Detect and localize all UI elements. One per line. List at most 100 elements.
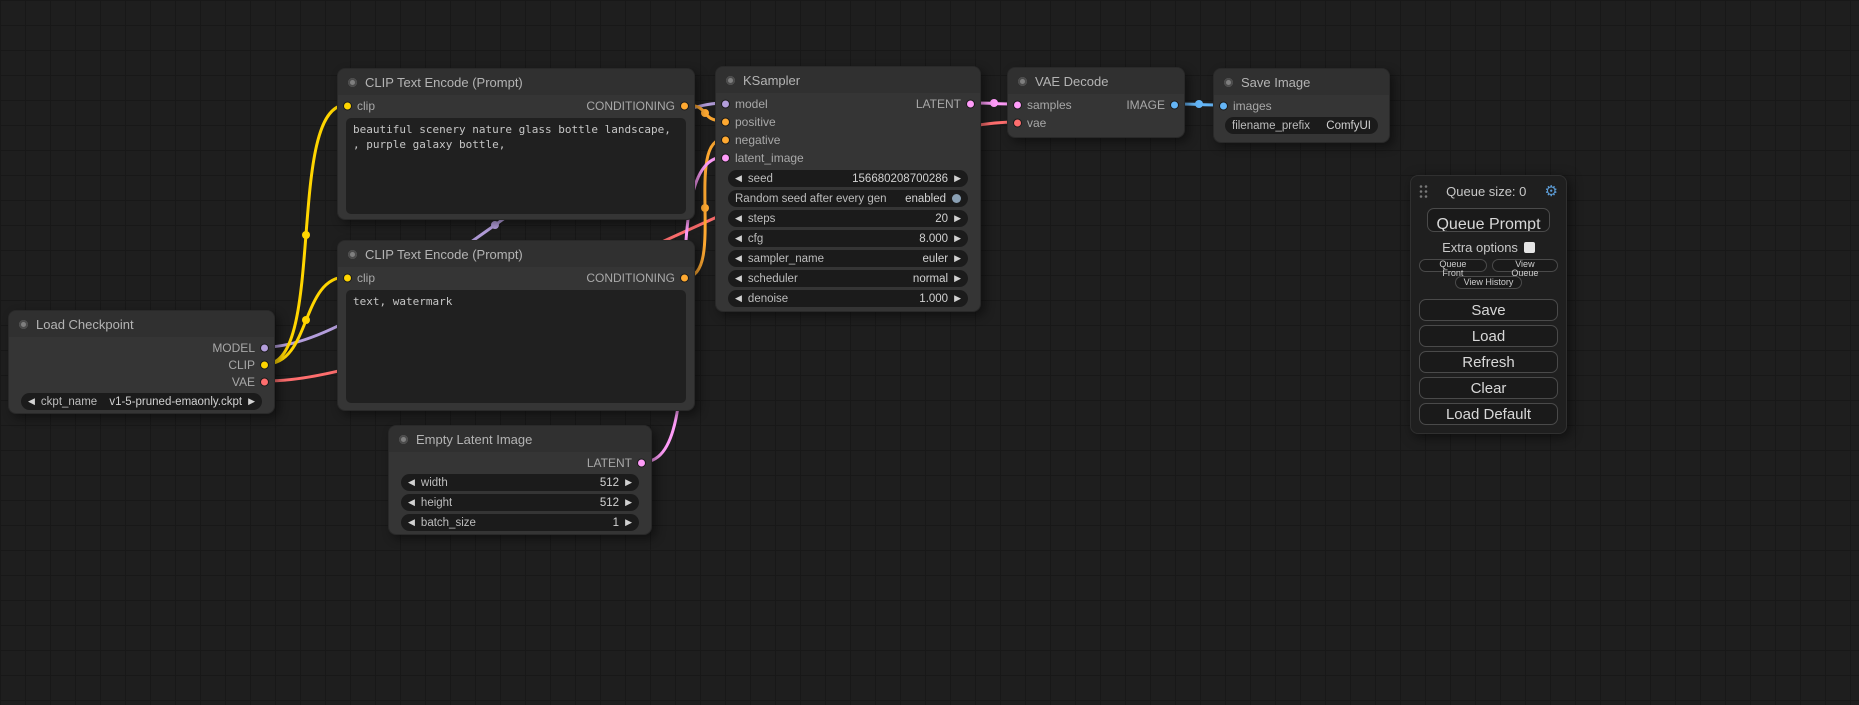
save-button[interactable]: Save [1419, 299, 1558, 321]
collapse-dot-icon[interactable] [348, 78, 357, 87]
arrow-right-icon[interactable]: ▶ [625, 478, 632, 487]
arrow-left-icon[interactable]: ◀ [735, 214, 742, 223]
collapse-dot-icon[interactable] [1018, 77, 1027, 86]
arrow-right-icon[interactable]: ▶ [954, 214, 961, 223]
height-widget[interactable]: ◀ height 512 ▶ [401, 494, 639, 511]
widget-value: enabled [905, 193, 946, 205]
prompt-textarea[interactable]: beautiful scenery nature glass bottle la… [346, 118, 686, 214]
node-save-image[interactable]: Save Image images filename_prefix ComfyU… [1213, 68, 1390, 143]
view-history-button[interactable]: View History [1455, 276, 1523, 289]
slot-images-input[interactable] [1219, 102, 1228, 111]
load-default-button[interactable]: Load Default [1419, 403, 1558, 425]
node-title-bar[interactable]: Save Image [1214, 69, 1389, 95]
slot-vae-output[interactable] [260, 377, 269, 386]
node-vae-decode[interactable]: VAE Decode samples IMAGE vae [1007, 67, 1185, 138]
slot-image-output[interactable] [1170, 101, 1179, 110]
node-title-bar[interactable]: Empty Latent Image [389, 426, 651, 452]
graph-canvas[interactable]: Load Checkpoint MODEL CLIP VAE ◀ ckpt_na… [0, 0, 1859, 705]
slot-clip-output[interactable] [260, 360, 269, 369]
view-queue-button[interactable]: View Queue [1492, 259, 1558, 272]
node-title: CLIP Text Encode (Prompt) [365, 75, 523, 90]
width-widget[interactable]: ◀ width 512 ▶ [401, 474, 639, 491]
node-clip-text-encode-positive[interactable]: CLIP Text Encode (Prompt) clip CONDITION… [337, 68, 695, 220]
refresh-button[interactable]: Refresh [1419, 351, 1558, 373]
slot-samples-input[interactable] [1013, 101, 1022, 110]
collapse-dot-icon[interactable] [399, 435, 408, 444]
node-title-bar[interactable]: VAE Decode [1008, 68, 1184, 94]
ckpt-name-widget[interactable]: ◀ ckpt_name v1-5-pruned-emaonly.ckpt ▶ [21, 393, 262, 410]
queue-front-button[interactable]: Queue Front [1419, 259, 1487, 272]
extra-options-checkbox[interactable] [1524, 242, 1535, 253]
queue-prompt-button[interactable]: Queue Prompt [1427, 208, 1550, 232]
steps-widget[interactable]: ◀ steps 20 ▶ [728, 210, 968, 227]
slot-latent-output[interactable] [966, 100, 975, 109]
collapse-dot-icon[interactable] [1224, 78, 1233, 87]
arrow-left-icon[interactable]: ◀ [408, 518, 415, 527]
slot-latent-output[interactable] [637, 458, 646, 467]
node-title-bar[interactable]: KSampler [716, 67, 980, 93]
slot-model-output[interactable] [260, 343, 269, 352]
drag-handle-icon[interactable] [1419, 184, 1428, 199]
load-button[interactable]: Load [1419, 325, 1558, 347]
arrow-right-icon[interactable]: ▶ [954, 234, 961, 243]
denoise-widget[interactable]: ◀ denoise 1.000 ▶ [728, 290, 968, 307]
arrow-left-icon[interactable]: ◀ [408, 478, 415, 487]
slot-clip-input[interactable] [343, 101, 352, 110]
widget-label: seed [748, 173, 773, 185]
slot-conditioning-output[interactable] [680, 273, 689, 282]
widget-label: batch_size [421, 517, 476, 529]
scheduler-widget[interactable]: ◀ scheduler normal ▶ [728, 270, 968, 287]
toggle-dot-icon[interactable] [952, 194, 961, 203]
queue-size-label: Queue size: 0 [1428, 184, 1545, 199]
node-empty-latent-image[interactable]: Empty Latent Image LATENT ◀ width 512 ▶ … [388, 425, 652, 535]
slot-label-conditioning: CONDITIONING [586, 99, 675, 113]
arrow-right-icon[interactable]: ▶ [954, 294, 961, 303]
filename-prefix-widget[interactable]: filename_prefix ComfyUI [1225, 117, 1378, 134]
widget-value: 20 [935, 213, 948, 225]
prompt-textarea[interactable]: text, watermark [346, 290, 686, 403]
widget-label: denoise [748, 293, 788, 305]
arrow-right-icon[interactable]: ▶ [625, 498, 632, 507]
slot-positive-input[interactable] [721, 118, 730, 127]
arrow-left-icon[interactable]: ◀ [735, 274, 742, 283]
arrow-left-icon[interactable]: ◀ [735, 174, 742, 183]
sampler-name-widget[interactable]: ◀ sampler_name euler ▶ [728, 250, 968, 267]
settings-gear-icon[interactable]: ⚙ [1545, 184, 1558, 199]
slot-conditioning-output[interactable] [680, 101, 689, 110]
collapse-dot-icon[interactable] [726, 76, 735, 85]
widget-value: 1.000 [919, 293, 948, 305]
slot-label-images: images [1233, 99, 1272, 113]
arrow-right-icon[interactable]: ▶ [954, 174, 961, 183]
widget-value: euler [923, 253, 949, 265]
arrow-left-icon[interactable]: ◀ [28, 397, 35, 406]
node-title-bar[interactable]: Load Checkpoint [9, 311, 274, 337]
arrow-left-icon[interactable]: ◀ [735, 294, 742, 303]
arrow-left-icon[interactable]: ◀ [735, 254, 742, 263]
arrow-left-icon[interactable]: ◀ [408, 498, 415, 507]
widget-value: 8.000 [919, 233, 948, 245]
slot-latent-image-input[interactable] [721, 154, 730, 163]
queue-panel-header: Queue size: 0 ⚙ [1419, 182, 1558, 200]
arrow-right-icon[interactable]: ▶ [954, 254, 961, 263]
slot-negative-input[interactable] [721, 136, 730, 145]
slot-clip-input[interactable] [343, 273, 352, 282]
seed-widget[interactable]: ◀ seed 156680208700286 ▶ [728, 170, 968, 187]
batch-size-widget[interactable]: ◀ batch_size 1 ▶ [401, 514, 639, 531]
arrow-right-icon[interactable]: ▶ [625, 518, 632, 527]
clear-button[interactable]: Clear [1419, 377, 1558, 399]
arrow-right-icon[interactable]: ▶ [248, 397, 255, 406]
node-ksampler[interactable]: KSampler model LATENT positive negative … [715, 66, 981, 312]
node-clip-text-encode-negative[interactable]: CLIP Text Encode (Prompt) clip CONDITION… [337, 240, 695, 411]
collapse-dot-icon[interactable] [19, 320, 28, 329]
collapse-dot-icon[interactable] [348, 250, 357, 259]
node-title-bar[interactable]: CLIP Text Encode (Prompt) [338, 241, 694, 267]
node-title-bar[interactable]: CLIP Text Encode (Prompt) [338, 69, 694, 95]
slot-vae-input[interactable] [1013, 119, 1022, 128]
arrow-right-icon[interactable]: ▶ [954, 274, 961, 283]
slot-model-input[interactable] [721, 100, 730, 109]
node-load-checkpoint[interactable]: Load Checkpoint MODEL CLIP VAE ◀ ckpt_na… [8, 310, 275, 414]
arrow-left-icon[interactable]: ◀ [735, 234, 742, 243]
cfg-widget[interactable]: ◀ cfg 8.000 ▶ [728, 230, 968, 247]
node-title: VAE Decode [1035, 74, 1108, 89]
random-seed-toggle-widget[interactable]: Random seed after every gen enabled [728, 190, 968, 207]
